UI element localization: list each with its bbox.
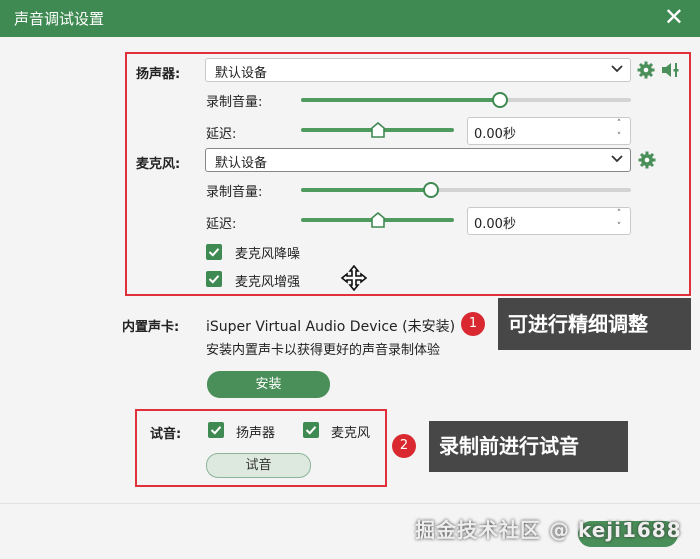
mic-volume-knob[interactable]: [423, 182, 439, 198]
window-title: 声音调试设置: [14, 10, 105, 28]
check-icon: [305, 426, 317, 435]
spin-arrows-icon[interactable]: ˄ ˅: [612, 118, 626, 144]
annotation-badge-2: 2: [392, 434, 416, 458]
mic-enhance-checkbox[interactable]: [206, 271, 222, 287]
install-button-label: 安装: [255, 377, 282, 392]
mic-delay-spinbox[interactable]: 0.00秒 ˄ ˅: [467, 207, 631, 235]
mic-delay-knob[interactable]: [371, 211, 385, 232]
speaker-delay-knob[interactable]: [371, 121, 385, 142]
speaker-label: 扬声器:: [136, 67, 181, 82]
soundcard-device-name: iSuper Virtual Audio Device (未安装): [206, 319, 456, 335]
noise-reduction-label: 麦克风降噪: [235, 247, 301, 262]
speaker-device-select[interactable]: 默认设备: [205, 58, 631, 82]
install-button[interactable]: 安装: [207, 371, 330, 398]
check-icon: [210, 426, 222, 435]
mic-record-volume-label: 录制音量:: [206, 185, 263, 200]
title-bar: 声音调试设置 ✕: [0, 0, 700, 37]
mic-delay-slider[interactable]: [301, 211, 454, 228]
annotation-badge-1: 1: [461, 312, 485, 336]
annotation-tip-2-text: 录制前进行试音: [439, 434, 579, 458]
mic-volume-fill: [301, 188, 430, 192]
mic-volume-slider[interactable]: [301, 182, 631, 198]
noise-reduction-checkbox[interactable]: [206, 244, 222, 260]
speaker-volume-fill: [301, 98, 499, 102]
soundcard-hint: 安装内置声卡以获得更好的声音录制体验: [206, 343, 441, 358]
test-speaker-checkbox[interactable]: [208, 422, 224, 438]
speaker-volume-slider[interactable]: [301, 92, 631, 108]
speaker-delay-label: 延迟:: [206, 127, 237, 142]
gear-icon[interactable]: [637, 61, 655, 83]
mic-label: 麦克风:: [136, 157, 181, 172]
annotation-tip-1: 可进行精细调整: [498, 298, 691, 350]
test-speaker-label: 扬声器: [236, 426, 276, 441]
check-icon: [208, 275, 220, 284]
speaker-record-volume-label: 录制音量:: [206, 95, 263, 110]
close-icon[interactable]: ✕: [664, 4, 684, 30]
mic-device-select[interactable]: 默认设备: [205, 148, 631, 172]
mic-delay-label: 延迟:: [206, 217, 237, 232]
check-icon: [208, 248, 220, 257]
move-cursor-icon: [340, 264, 368, 295]
mic-device-value: 默认设备: [215, 156, 268, 171]
mic-enhance-label: 麦克风增强: [235, 275, 301, 290]
speaker-delay-spinbox[interactable]: 0.00秒 ˄ ˅: [467, 117, 631, 145]
chevron-down-icon: [610, 62, 624, 80]
gear-icon[interactable]: [638, 151, 656, 173]
test-mic-label: 麦克风: [331, 426, 371, 441]
speaker-sliders-icon[interactable]: [661, 61, 681, 83]
speaker-volume-knob[interactable]: [492, 92, 508, 108]
test-sound-button-label: 试音: [245, 458, 272, 473]
spin-arrows-icon[interactable]: ˄ ˅: [612, 208, 626, 234]
test-sound-button[interactable]: 试音: [206, 453, 311, 478]
speaker-delay-slider[interactable]: [301, 121, 454, 138]
watermark: 掘金技术社区 @ keji1688: [415, 518, 682, 542]
speaker-device-value: 默认设备: [215, 66, 268, 81]
annotation-tip-1-text: 可进行精细调整: [508, 312, 648, 336]
chevron-down-icon: [610, 152, 624, 170]
speaker-delay-value: 0.00秒: [474, 127, 516, 142]
annotation-tip-2: 录制前进行试音: [429, 421, 628, 472]
test-label: 试音:: [150, 427, 182, 442]
test-mic-checkbox[interactable]: [303, 422, 319, 438]
soundcard-label: 内置声卡:: [122, 320, 180, 335]
mic-delay-value: 0.00秒: [474, 217, 516, 232]
footer-divider: [0, 503, 700, 504]
